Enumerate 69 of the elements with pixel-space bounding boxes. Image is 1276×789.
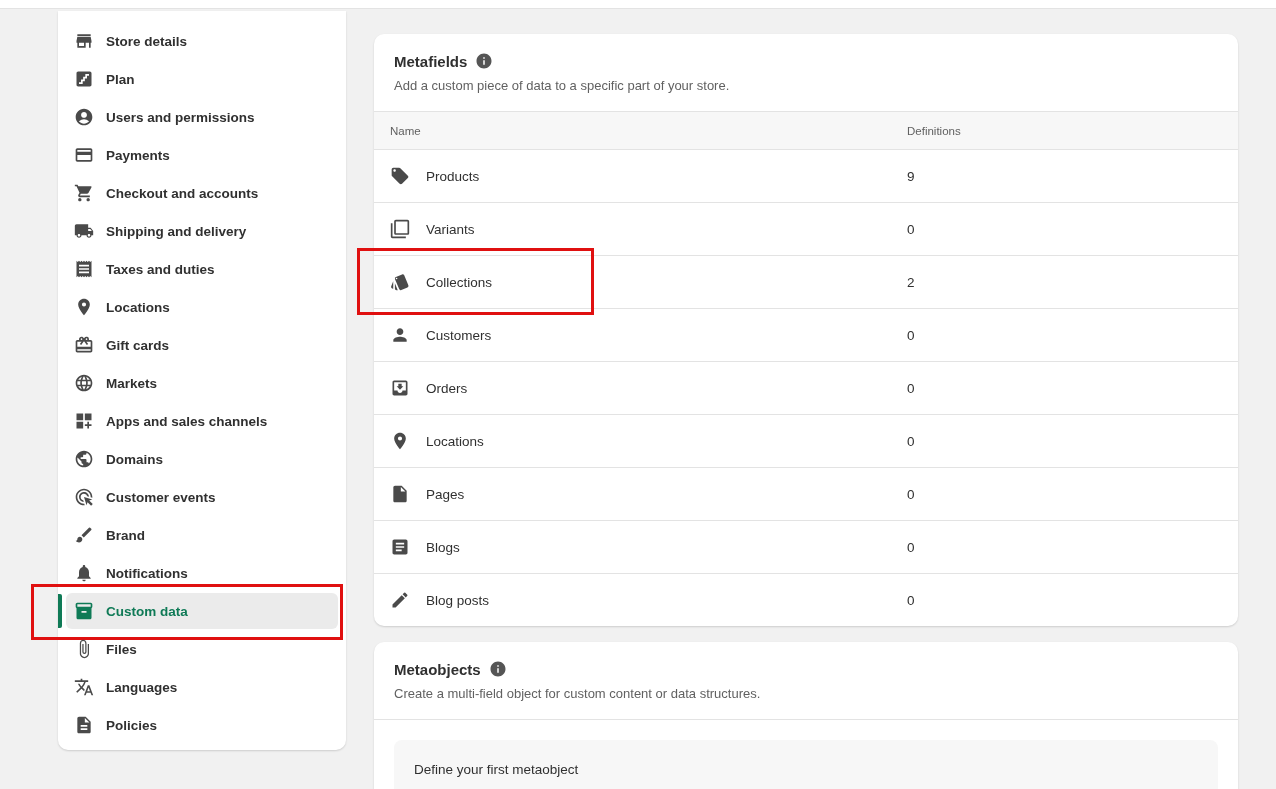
- column-header: Definitions: [907, 124, 962, 137]
- table-cell-text: 0: [907, 433, 916, 449]
- table-cell-text: 2: [907, 274, 916, 290]
- inbox-icon: [390, 378, 410, 398]
- file-icon: [390, 484, 410, 504]
- table-cell[interactable]: Orders: [374, 378, 907, 398]
- sidebar-item[interactable]: Checkout and accounts: [66, 175, 338, 211]
- card-icon: [74, 145, 94, 165]
- tags-icon: [390, 272, 410, 292]
- table-cell-text: 0: [907, 539, 916, 555]
- table-cell[interactable]: Locations: [374, 431, 907, 451]
- table-cell[interactable]: Blog posts: [374, 590, 907, 610]
- card-title: Metafields: [394, 52, 468, 70]
- sidebar-item[interactable]: Users and permissions: [66, 99, 338, 135]
- info-icon[interactable]: [475, 52, 494, 70]
- sidebar-item[interactable]: Policies: [66, 707, 338, 743]
- stairs-icon: [74, 69, 94, 89]
- gift-icon: [74, 335, 94, 355]
- table-cell[interactable]: Variants: [374, 219, 907, 239]
- card-description: Create a multi-field object for custom content or data structures.: [394, 686, 762, 701]
- table-cell-text: 0: [907, 327, 916, 343]
- sidebar-item[interactable]: Brand: [66, 517, 338, 553]
- globe-icon: [74, 449, 94, 469]
- sidebar-item[interactable]: Custom data: [66, 593, 338, 629]
- cursor-click-icon: [74, 487, 94, 507]
- box-icon: [74, 601, 94, 621]
- column-header: Name: [389, 124, 422, 137]
- tag-icon: [390, 166, 410, 186]
- brush-icon: [74, 525, 94, 545]
- cart-icon: [74, 183, 94, 203]
- sidebar-item[interactable]: Plan: [66, 61, 338, 97]
- table-cell[interactable]: Collections: [374, 272, 907, 292]
- sidebar-item[interactable]: Domains: [66, 441, 338, 477]
- sidebar-item[interactable]: Gift cards: [66, 327, 338, 363]
- table-cell-text: 0: [907, 380, 916, 396]
- card-title: Metaobjects: [394, 660, 481, 678]
- sidebar-item[interactable]: Locations: [66, 289, 338, 325]
- sidebar-item[interactable]: Files: [66, 631, 338, 667]
- receipt-icon: [74, 259, 94, 279]
- sidebar-item[interactable]: Customer events: [66, 479, 338, 515]
- sidebar-item[interactable]: Store details: [66, 23, 338, 59]
- bell-icon: [74, 563, 94, 583]
- card-description: Add a custom piece of data to a specific part of your store.: [394, 78, 731, 93]
- table-cell-text: 9: [907, 168, 916, 184]
- article-icon: [390, 537, 410, 557]
- user-icon: [74, 107, 94, 127]
- document-icon: [74, 715, 94, 735]
- copy-icon: [390, 219, 410, 239]
- store-icon: [74, 31, 94, 51]
- info-icon[interactable]: [488, 660, 507, 678]
- table-cell[interactable]: Products: [374, 166, 907, 186]
- globe-icon: [74, 373, 94, 393]
- translate-icon: [74, 677, 94, 697]
- sidebar-item[interactable]: Apps and sales channels: [66, 403, 338, 439]
- pencil-icon: [390, 590, 410, 610]
- sidebar-item[interactable]: Taxes and duties: [66, 251, 338, 287]
- table-cell-text: 0: [907, 486, 916, 502]
- table-cell[interactable]: Pages: [374, 484, 907, 504]
- table-cell[interactable]: Customers: [374, 325, 907, 345]
- sidebar-item[interactable]: Payments: [66, 137, 338, 173]
- table-cell-text: 0: [907, 592, 916, 608]
- sidebar-item[interactable]: Languages: [66, 669, 338, 705]
- table-cell[interactable]: Blogs: [374, 537, 907, 557]
- sidebar-item[interactable]: Markets: [66, 365, 338, 401]
- sidebar-item[interactable]: Shipping and delivery: [66, 213, 338, 249]
- sidebar-item[interactable]: Notifications: [66, 555, 338, 591]
- table-cell-text: 0: [907, 221, 916, 237]
- empty-state-title: Define your first metaobject: [414, 762, 580, 777]
- apps-icon: [74, 411, 94, 431]
